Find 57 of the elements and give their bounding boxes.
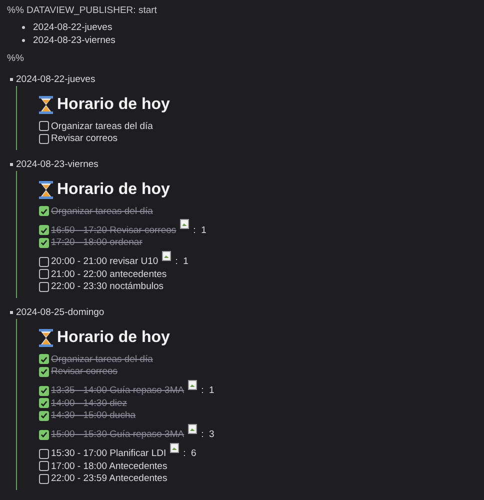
note-link[interactable]: 2024-08-22-jueves [33,22,112,33]
schedule-title: Horario de hoy [57,329,170,347]
date-heading: 2024-08-23-viernes [16,159,98,170]
task-checkbox[interactable] [39,410,49,421]
task-checkbox[interactable] [39,386,49,396]
hourglass-icon [39,181,53,199]
link-count[interactable]: : 1 [175,256,188,267]
task-text: 17:00 - 18:00 Antecedentes [51,460,168,472]
task-text: 15:00 - 15:30 Guía repaso 3MA [51,429,184,440]
task-checkbox[interactable] [39,448,49,458]
schedule-title: Horario de hoy [57,96,170,114]
task-checkbox[interactable] [39,398,49,408]
end-marker: %% [7,53,24,64]
task-checkbox[interactable] [39,256,49,266]
broken-image-icon [180,219,190,229]
broken-image-icon [170,442,180,452]
task-text: Revisar correos [51,133,118,144]
broken-image-icon [162,250,172,260]
task-checkbox[interactable] [39,269,49,280]
broken-image-icon [188,424,198,434]
task-text: 16:50 - 17:20 Revisar correos [51,224,176,236]
hourglass-icon [39,96,53,114]
hourglass-icon [39,329,53,347]
note-link[interactable]: 2024-08-23-viernes [33,35,116,46]
task-text: 14:00 - 14:30 diez [51,398,128,409]
task-text: 22:00 - 23:30 noctámbulos [51,281,164,292]
task-checkbox[interactable] [39,206,49,216]
task-text: 14:30 - 15:00 ducha [51,410,136,422]
schedule-title: Horario de hoy [57,181,170,199]
task-checkbox[interactable] [39,474,49,484]
task-checkbox[interactable] [39,461,49,472]
task-text: Revisar correos [51,366,118,378]
date-heading: 2024-08-25-domingo [16,307,104,318]
link-count[interactable]: : 6 [183,448,196,459]
task-checkbox[interactable] [39,282,49,292]
task-checkbox[interactable] [39,134,49,144]
task-text: 13:35 - 14:00 Guía repaso 3MA [51,385,184,396]
task-text: 15:30 - 17:00 Planificar LDI [51,448,166,459]
task-checkbox[interactable] [39,354,49,364]
link-count[interactable]: : 3 [201,429,214,440]
broken-image-icon [188,380,198,390]
task-checkbox[interactable] [39,366,49,377]
task-checkbox[interactable] [39,225,49,235]
link-count[interactable]: : 1 [201,385,214,396]
task-text: 22:00 - 23:59 Antecedentes [51,473,168,484]
task-text: 17:20 - 18:00 ordenar [51,237,142,248]
task-checkbox[interactable] [39,238,49,248]
publisher-marker: %% DATAVIEW_PUBLISHER: start [7,5,157,16]
task-text: 21:00 - 22:00 antecedentes [51,268,167,280]
task-text: 20:00 - 21:00 revisar U10 [51,256,158,267]
task-text: Organizar tareas del día [51,354,153,365]
task-checkbox[interactable] [39,121,49,132]
task-checkbox[interactable] [39,430,49,440]
task-text: Organizar tareas del día [51,120,153,132]
link-count[interactable]: : 1 [193,224,206,236]
task-text: Organizar tareas del día [51,206,153,217]
date-heading: 2024-08-22-jueves [16,74,96,85]
